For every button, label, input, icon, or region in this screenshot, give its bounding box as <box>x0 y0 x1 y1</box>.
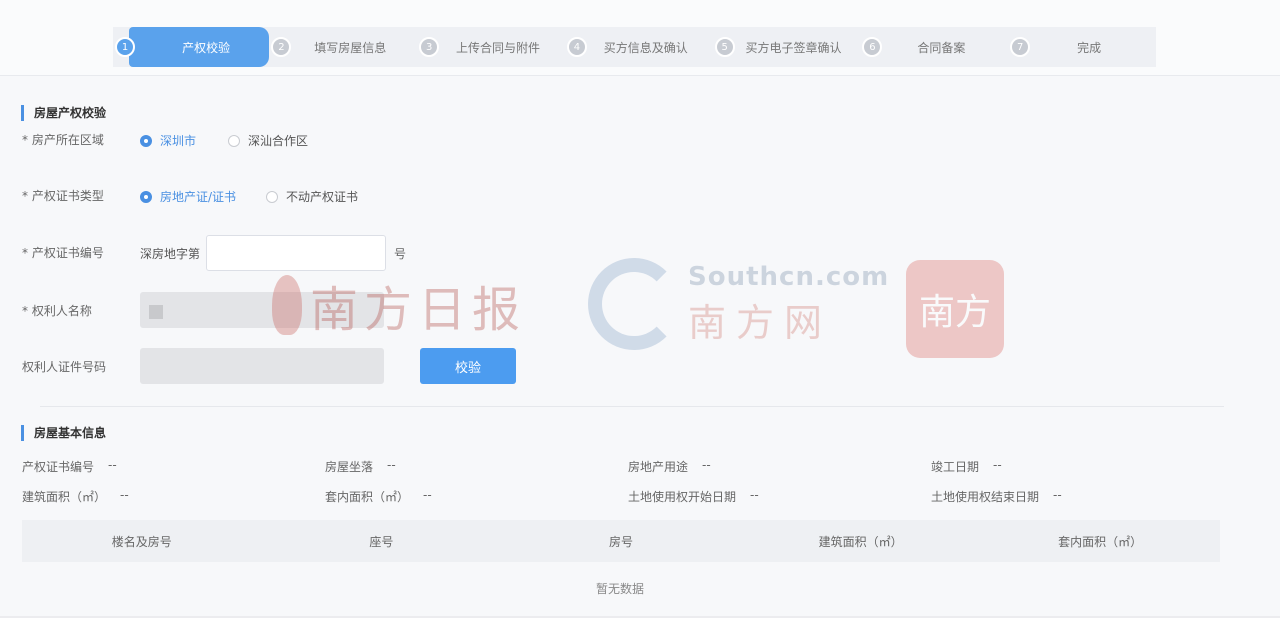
masked-text-icon <box>149 305 163 319</box>
section-title-property-info: 房屋基本信息 <box>21 425 106 441</box>
table-header-cell: 套内面积（㎡） <box>1058 534 1143 549</box>
step-number: 1 <box>115 37 135 57</box>
step-1: 1 产权校验 <box>115 27 270 67</box>
step-header: 1 产权校验 2 填写房屋信息 3 上传合同与附件 4 买方信息及确认 5 买方… <box>0 0 1280 76</box>
watermark-app-logo: 南方 <box>906 260 1004 358</box>
info-label: 土地使用权开始日期 <box>628 490 737 504</box>
step-2: 2 填写房屋信息 <box>269 27 417 67</box>
info-value: -- <box>120 488 129 502</box>
info-label: 土地使用权结束日期 <box>931 490 1040 504</box>
info-label: 产权证书编号 <box>22 460 95 474</box>
region-radio-shenzhen[interactable]: 深圳市 <box>140 132 196 149</box>
step-5: 5 买方电子签章确认 <box>713 27 861 67</box>
info-value: -- <box>702 458 711 472</box>
cert-type-radio-realestate[interactable]: 房地产证/证书 <box>140 188 236 205</box>
radio-dot-icon <box>140 134 152 147</box>
info-land-end: 土地使用权结束日期 -- <box>931 488 1062 505</box>
step-number: 4 <box>566 37 587 57</box>
info-value: -- <box>993 458 1002 472</box>
owner-id-input[interactable] <box>140 348 384 384</box>
table-header-cell: 房号 <box>608 534 633 549</box>
table-header-cell: 楼名及房号 <box>111 534 172 549</box>
info-label: 套内面积（㎡） <box>325 490 410 504</box>
section-title-property-verification: 房屋产权校验 <box>21 105 106 121</box>
step-label: 上传合同与附件 <box>456 40 541 55</box>
info-value: -- <box>750 488 759 502</box>
watermark-site-url: Southcn.com <box>688 261 890 292</box>
info-inner-area: 套内面积（㎡） -- <box>325 488 432 505</box>
radio-label: 房地产证/证书 <box>160 190 237 204</box>
step-4: 4 买方信息及确认 <box>565 27 713 67</box>
step-number: 3 <box>419 37 440 57</box>
ring-logo-icon <box>588 258 680 350</box>
section-divider <box>40 406 1224 407</box>
radio-dot-icon <box>266 190 278 203</box>
step-number: 2 <box>271 37 292 57</box>
info-usage: 房地产用途 -- <box>628 458 711 475</box>
step-label: 填写房屋信息 <box>314 40 387 55</box>
watermark-site-name: 南方网 <box>688 300 833 345</box>
watermark-logo-text: 南方 <box>918 292 991 333</box>
info-land-start: 土地使用权开始日期 -- <box>628 488 759 505</box>
region-radio-shenshan[interactable]: 深汕合作区 <box>228 132 308 149</box>
cert-no-label: * 产权证书编号 <box>22 246 104 260</box>
step-6: 6 合同备案 <box>860 27 1008 67</box>
step-number: 6 <box>862 37 883 57</box>
verify-button[interactable]: 校验 <box>420 348 516 384</box>
cert-no-input[interactable] <box>206 235 386 271</box>
radio-dot-icon <box>228 134 240 147</box>
step-3: 3 上传合同与附件 <box>417 27 565 67</box>
info-cert-no: 产权证书编号 -- <box>22 458 117 475</box>
owner-id-label: 权利人证件号码 <box>22 360 107 374</box>
info-building-area: 建筑面积（㎡） -- <box>22 488 129 505</box>
step-7: 7 完成 <box>1008 27 1156 67</box>
step-label: 买方信息及确认 <box>603 40 688 55</box>
owner-name-input[interactable] <box>140 292 384 328</box>
step-label: 完成 <box>1077 40 1102 55</box>
cert-type-label: * 产权证书类型 <box>22 189 104 203</box>
info-completion-date: 竣工日期 -- <box>931 458 1002 475</box>
info-value: -- <box>108 458 117 472</box>
watermark-website: Southcn.com 南方网 <box>588 258 889 350</box>
info-value: -- <box>423 488 432 502</box>
radio-label: 不动产权证书 <box>286 190 359 204</box>
table-header-cell: 座号 <box>369 534 394 549</box>
radio-label: 深汕合作区 <box>248 134 309 148</box>
info-label: 房屋坐落 <box>325 460 374 474</box>
step-label: 产权校验 <box>182 40 231 55</box>
cert-prefix-text: 深房地字第 <box>140 247 201 261</box>
step-number: 5 <box>714 37 735 57</box>
cert-suffix-text: 号 <box>394 247 407 261</box>
info-label: 竣工日期 <box>931 460 980 474</box>
info-label: 建筑面积（㎡） <box>22 490 107 504</box>
info-value: -- <box>387 458 396 472</box>
step-number: 7 <box>1010 37 1031 57</box>
step-label: 合同备案 <box>917 40 966 55</box>
progress-stepper: 1 产权校验 2 填写房屋信息 3 上传合同与附件 4 买方信息及确认 5 买方… <box>113 27 1156 67</box>
table-header: 楼名及房号 座号 房号 建筑面积（㎡） 套内面积（㎡） <box>22 520 1220 562</box>
radio-dot-icon <box>140 190 152 203</box>
table-empty-text: 暂无数据 <box>595 582 644 596</box>
owner-name-label: * 权利人名称 <box>22 304 92 318</box>
info-label: 房地产用途 <box>628 460 689 474</box>
info-value: -- <box>1053 488 1062 502</box>
info-location: 房屋坐落 -- <box>325 458 396 475</box>
step-label: 买方电子签章确认 <box>745 40 842 55</box>
cert-type-radio-immovable[interactable]: 不动产权证书 <box>266 188 358 205</box>
region-label: * 房产所在区域 <box>22 133 104 147</box>
table-header-cell: 建筑面积（㎡） <box>818 534 903 549</box>
radio-label: 深圳市 <box>160 134 197 148</box>
